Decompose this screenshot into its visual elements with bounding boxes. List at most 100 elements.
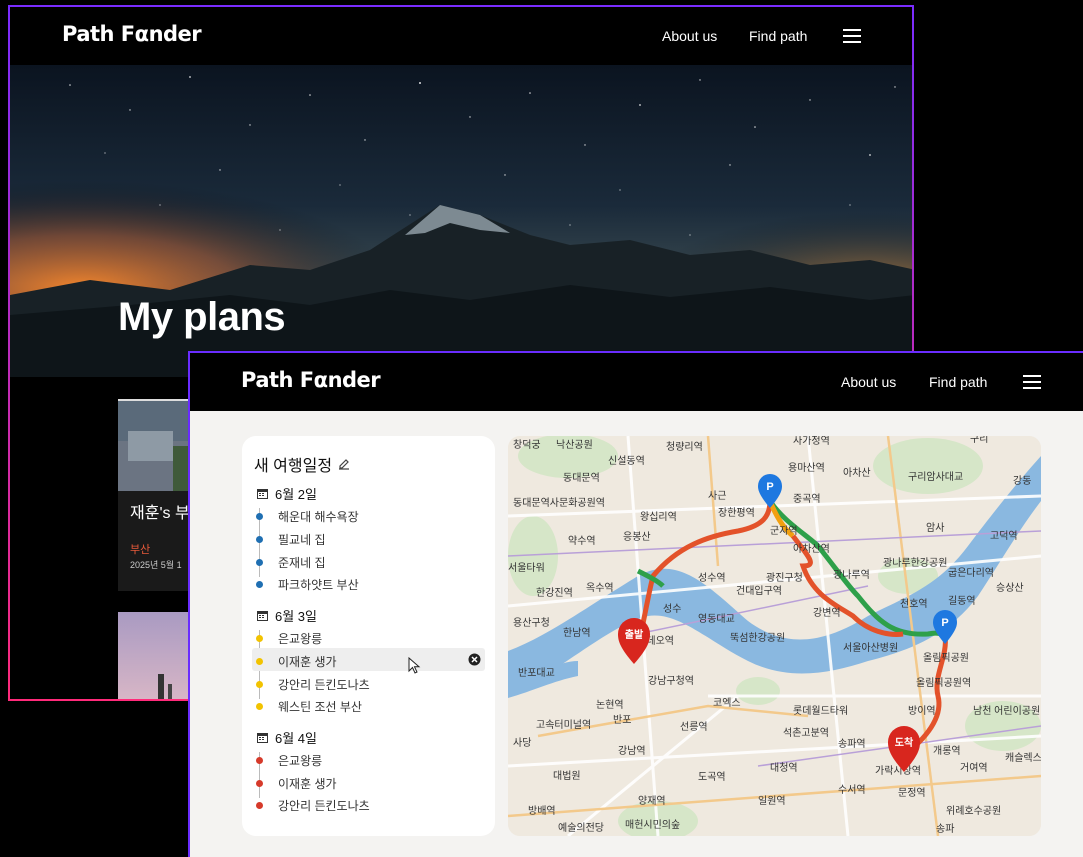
day-header[interactable]: 6월 3일 — [256, 606, 317, 625]
menu-icon[interactable] — [843, 29, 861, 43]
day-header[interactable]: 6월 2일 — [256, 484, 317, 503]
map-label: 건대입구역 — [736, 584, 782, 597]
blue-dot-icon — [256, 536, 263, 543]
itinerary-item[interactable]: 은교왕릉 — [256, 630, 322, 647]
red-dot-icon — [256, 757, 263, 764]
map-label: 고덕역 — [990, 530, 1018, 542]
map-label: 코엑스 — [713, 697, 741, 709]
map-label: 동대문역 — [563, 472, 600, 484]
map-label: 석촌고분역 — [783, 727, 829, 739]
card-thumbnail — [118, 401, 198, 491]
map-label: 응봉산 — [623, 531, 651, 543]
back-navbar: Path Fαnder About us Find path — [10, 7, 912, 65]
map-label: 사당 — [513, 737, 531, 749]
map-label: 반포대교 — [518, 667, 555, 679]
yellow-dot-icon — [256, 635, 263, 642]
day-header[interactable]: 6월 4일 — [256, 728, 317, 747]
map-label: 중곡역 — [793, 493, 821, 505]
map-label: 논현역 — [596, 699, 624, 711]
map-label: 선릉역 — [680, 721, 708, 733]
map-label: 수서역 — [838, 784, 866, 796]
map-label: 사가정역 — [793, 436, 830, 447]
nav-find-path-link[interactable]: Find path — [749, 28, 807, 44]
map-label: 옥수역 — [586, 582, 614, 594]
day-label: 6월 2일 — [275, 487, 317, 502]
route-map[interactable]: 창덕궁 낙산공원 신설동역 청량리역 사가정역 용마산역 아차산 구리암사대교 … — [508, 436, 1041, 836]
itinerary-item[interactable]: 파크하얏트 부산 — [256, 576, 359, 593]
parking-marker-label: P — [941, 617, 948, 629]
item-label: 강안리 든킨도나츠 — [278, 799, 370, 813]
map-label: 용마산역 — [788, 462, 825, 474]
map-label: 약수역 — [568, 535, 596, 547]
map-canvas[interactable]: 창덕궁 낙산공원 신설동역 청량리역 사가정역 용마산역 아차산 구리암사대교 … — [508, 436, 1041, 836]
itinerary-item[interactable]: 준재네 집 — [256, 554, 326, 571]
card-title: 재훈's 부 — [130, 505, 190, 522]
map-label: 성수역 — [698, 572, 726, 584]
map-label: 승상산 — [996, 582, 1024, 594]
red-dot-icon — [256, 802, 263, 809]
blue-dot-icon — [256, 581, 263, 588]
itinerary-title: 새 여행일정 — [254, 452, 350, 476]
itinerary-title-text: 새 여행일정 — [254, 458, 333, 475]
item-label: 준재네 집 — [278, 556, 326, 570]
itinerary-item[interactable]: 강안리 든킨도나츠 — [256, 676, 370, 693]
logo[interactable]: Path Fαnder — [62, 22, 202, 46]
map-label: 남천 어린이공원 — [973, 705, 1040, 717]
parking-marker-label: P — [766, 481, 773, 493]
map-label: 도곡역 — [698, 771, 726, 783]
map-label: 영동대교 — [698, 613, 735, 625]
blue-dot-icon — [256, 559, 263, 566]
card-thumbnail-2 — [158, 674, 172, 699]
map-label: 대법원 — [553, 770, 581, 782]
remove-item-icon[interactable] — [468, 653, 481, 666]
itinerary-panel: 새 여행일정 6월 2일 해운대 해수욕장 필교네 집 준재네 집 파크하얏트 … — [242, 436, 495, 836]
card-date: 2025년 5월 1 — [130, 560, 182, 570]
map-label: 굽은다리역 — [948, 567, 994, 579]
calendar-icon — [257, 611, 268, 621]
itinerary-item[interactable]: 필교네 집 — [256, 531, 326, 548]
map-label: 용산구청 — [513, 617, 550, 629]
item-label: 해운대 해수욕장 — [278, 510, 359, 524]
itinerary-item[interactable]: 이재훈 생가 — [256, 775, 337, 792]
map-label: 강변역 — [813, 607, 841, 619]
item-label: 은교왕릉 — [278, 632, 323, 646]
itinerary-item[interactable]: 해운대 해수욕장 — [256, 508, 359, 525]
red-dot-icon — [256, 780, 263, 787]
map-label: 송파역 — [838, 738, 866, 750]
nav-about-link[interactable]: About us — [662, 28, 717, 44]
map-label: 한강진역 — [536, 587, 573, 599]
itinerary-item[interactable]: 강안리 든킨도나츠 — [256, 797, 370, 814]
map-label: 반포 — [613, 714, 631, 726]
itinerary-item[interactable]: 웨스틴 조선 부산 — [256, 698, 362, 715]
map-label: 개롱역 — [933, 745, 961, 757]
plan-card-2[interactable] — [118, 612, 198, 699]
map-label: 아차산역 — [793, 543, 830, 555]
map-label: 올림픽공원 — [923, 652, 969, 664]
map-label: 예술의전당 — [558, 822, 604, 834]
card-region: 부산 — [130, 544, 151, 556]
end-marker-label: 도착 — [895, 736, 914, 749]
logo[interactable]: Path Fαnder — [241, 368, 381, 392]
blue-dot-icon — [256, 513, 263, 520]
item-label: 이재훈 생가 — [278, 655, 337, 669]
calendar-icon — [257, 733, 268, 743]
map-label: 일원역 — [758, 795, 786, 807]
map-label: 광나루역 — [833, 569, 870, 581]
edit-icon[interactable] — [338, 458, 350, 470]
map-label: 구리암사대교 — [908, 471, 963, 483]
map-label: 구리 — [970, 436, 988, 445]
map-label: 광나루한강공원 — [883, 557, 947, 569]
nav-about-link[interactable]: About us — [841, 374, 896, 390]
map-label: 서울타워 — [508, 561, 545, 574]
itinerary-item[interactable]: 은교왕릉 — [256, 752, 322, 769]
itinerary-item-selected[interactable]: 이재훈 생가 — [256, 653, 337, 670]
yellow-dot-icon — [256, 703, 263, 710]
yellow-dot-icon — [256, 658, 263, 665]
menu-icon[interactable] — [1023, 375, 1041, 389]
yellow-dot-icon — [256, 681, 263, 688]
map-label: 가락시장역 — [875, 765, 921, 777]
map-label: 강남구청역 — [648, 675, 694, 687]
front-navbar: Path Fαnder About us Find path — [190, 353, 1083, 411]
plan-card[interactable]: 재훈's 부 부산 2025년 5월 1 — [118, 399, 198, 591]
nav-find-path-link[interactable]: Find path — [929, 374, 987, 390]
